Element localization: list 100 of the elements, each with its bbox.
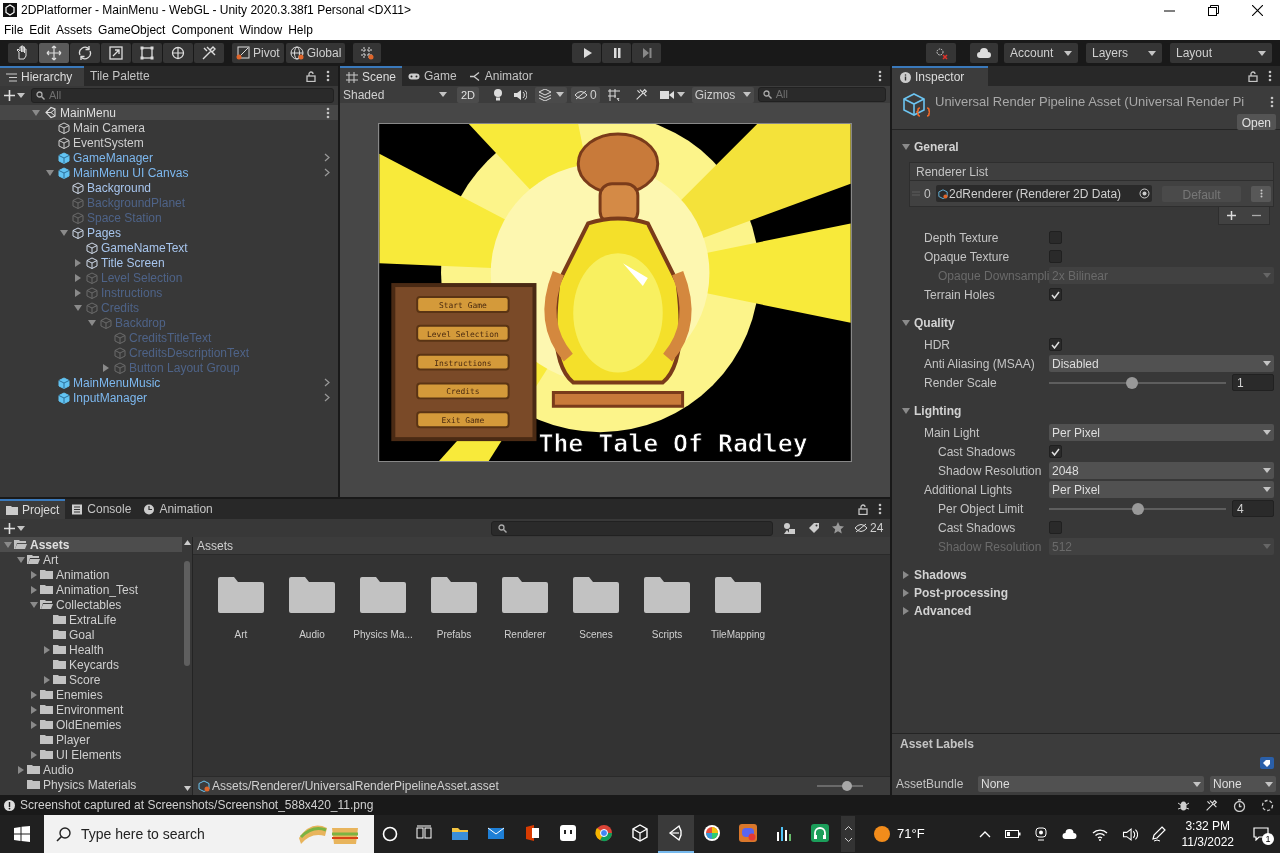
dropdown[interactable]: Per Pixel — [1049, 424, 1274, 441]
grid-snap-button[interactable] — [353, 43, 382, 63]
checkbox[interactable] — [1049, 288, 1062, 301]
down-triangle-icon[interactable] — [88, 318, 96, 327]
plus-icon[interactable] — [1227, 211, 1236, 220]
right-triangle-icon[interactable] — [43, 675, 51, 684]
menu-item[interactable]: Component — [168, 21, 237, 39]
folder-label[interactable]: Scenes — [579, 627, 613, 642]
right-triangle-icon[interactable] — [74, 258, 82, 267]
checkbox[interactable] — [1049, 338, 1062, 351]
layers-dropdown[interactable]: Layers — [1086, 43, 1162, 63]
more-icon[interactable] — [878, 70, 882, 82]
battery-icon[interactable] — [1004, 829, 1021, 839]
folder-label[interactable]: Audio — [299, 627, 325, 642]
right-triangle-icon[interactable] — [902, 607, 910, 615]
panel-tab[interactable]: Inspector — [892, 66, 988, 86]
stopwatch-icon[interactable] — [1233, 798, 1246, 812]
tools-icon[interactable] — [634, 88, 648, 101]
weather-widget[interactable]: 71°F — [873, 824, 925, 844]
cloud-button[interactable] — [970, 43, 998, 63]
asset-bundle-dropdown[interactable]: None — [978, 776, 1204, 792]
2d-toggle[interactable]: 2D — [457, 86, 479, 103]
hierarchy-item[interactable]: Background — [87, 178, 152, 197]
down-triangle-icon[interactable] — [46, 168, 54, 177]
section-header[interactable]: Quality — [914, 314, 955, 332]
close-icon[interactable] — [1252, 4, 1263, 16]
dropdown[interactable]: Disabled — [1049, 355, 1274, 372]
account-dropdown[interactable]: Account — [1004, 43, 1078, 63]
folder-icon[interactable] — [431, 577, 477, 613]
folder-icon[interactable] — [644, 577, 690, 613]
checkbox[interactable] — [1049, 521, 1062, 534]
down-triangle-icon[interactable] — [30, 600, 38, 609]
tool-button[interactable] — [101, 43, 131, 63]
menu-item[interactable]: Assets — [53, 21, 96, 39]
menu-item[interactable]: Help — [285, 21, 316, 39]
folder-label[interactable]: Prefabs — [436, 627, 472, 642]
down-triangle-icon[interactable] — [4, 540, 12, 549]
more-button[interactable] — [1251, 185, 1271, 202]
add-button[interactable] — [4, 522, 25, 534]
circle-icon[interactable] — [382, 826, 398, 842]
down-triangle-icon[interactable] — [74, 303, 82, 312]
tag-icon[interactable] — [808, 522, 820, 534]
down-triangle-icon[interactable] — [902, 407, 910, 415]
checkbox[interactable] — [1049, 231, 1062, 244]
hierarchy-item[interactable]: Pages — [87, 223, 122, 242]
number-field[interactable]: 1 — [1232, 374, 1274, 391]
search-field[interactable] — [491, 520, 773, 536]
down-triangle-icon[interactable] — [32, 108, 40, 117]
section-header[interactable]: Advanced — [914, 602, 972, 620]
slider-thumb[interactable] — [1126, 376, 1139, 389]
right-triangle-icon[interactable] — [102, 363, 110, 372]
crossed-tools-icon[interactable] — [1205, 798, 1218, 812]
right-triangle-icon[interactable] — [30, 570, 38, 579]
right-triangle-icon[interactable] — [74, 273, 82, 282]
up-chevron-icon[interactable] — [978, 830, 991, 838]
object-field[interactable]: 2dRenderer (Renderer 2D Data) — [936, 185, 1152, 202]
right-triangle-icon[interactable] — [30, 720, 38, 729]
more-icon[interactable] — [326, 106, 330, 119]
layout-dropdown[interactable]: Layout — [1170, 43, 1272, 63]
panel-tab[interactable]: Project — [0, 499, 66, 519]
folder-tree-item[interactable]: Art — [43, 550, 59, 569]
taskbar-search-field[interactable]: Type here to search — [44, 815, 374, 853]
checkbox[interactable] — [1049, 250, 1062, 263]
section-header[interactable]: Shadows — [914, 566, 967, 584]
right-triangle-icon[interactable] — [74, 288, 82, 297]
pivot-button[interactable]: Pivot — [232, 43, 284, 63]
lock-icon[interactable] — [1248, 70, 1258, 82]
section-header[interactable]: Lighting — [914, 402, 962, 420]
folder-label[interactable]: Scripts — [651, 627, 683, 642]
maximize-icon[interactable] — [1208, 4, 1219, 16]
scroll-down-icon[interactable] — [183, 786, 191, 791]
tool-button[interactable] — [194, 43, 224, 63]
lock-icon[interactable] — [858, 503, 868, 515]
panel-tab[interactable]: Hierarchy — [0, 66, 84, 86]
play-button[interactable] — [572, 43, 601, 63]
hidden-packages-toggle[interactable]: 24 — [854, 519, 884, 537]
slider-thumb[interactable] — [1131, 502, 1144, 515]
breadcrumb[interactable]: Assets — [197, 536, 233, 555]
folder-label[interactable]: Renderer — [504, 627, 546, 642]
webcam-icon[interactable] — [1034, 827, 1047, 841]
grid-axis-icon[interactable] — [606, 87, 621, 102]
section-header[interactable]: General — [914, 138, 959, 156]
menu-item[interactable]: Edit — [26, 21, 54, 39]
menu-item[interactable]: File — [1, 21, 27, 39]
spinner-icon[interactable] — [1261, 798, 1274, 812]
target-icon[interactable] — [1139, 188, 1150, 199]
folder-icon[interactable] — [360, 577, 406, 613]
collab-button[interactable] — [926, 43, 956, 63]
checkbox[interactable] — [1049, 445, 1062, 458]
zoom-slider[interactable] — [817, 781, 863, 791]
open-button[interactable]: Open — [1236, 113, 1276, 130]
lock-icon[interactable] — [306, 70, 316, 82]
variant-dropdown[interactable]: None — [1210, 776, 1276, 792]
slider[interactable] — [1049, 502, 1226, 515]
folder-icon[interactable] — [573, 577, 619, 613]
star-icon[interactable] — [832, 522, 844, 534]
scroll-up-icon[interactable] — [183, 540, 191, 545]
right-triangle-icon[interactable] — [17, 765, 25, 774]
right-triangle-icon[interactable] — [30, 690, 38, 699]
folder-label[interactable]: Physics Ma... — [353, 627, 413, 642]
